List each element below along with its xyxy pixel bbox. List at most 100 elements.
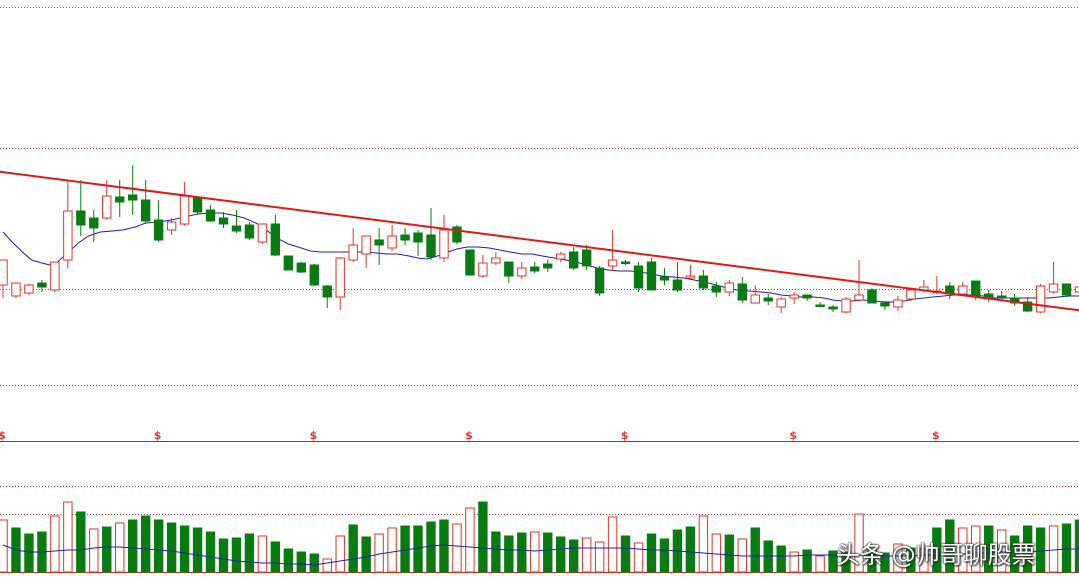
candle-body xyxy=(971,280,981,298)
volume-bar xyxy=(322,558,332,573)
candle xyxy=(76,180,86,236)
candle-body xyxy=(802,294,812,299)
candle-body xyxy=(89,217,99,229)
candle xyxy=(996,291,1007,300)
candle-body xyxy=(517,267,527,277)
candle-body xyxy=(361,235,371,255)
candle-body xyxy=(231,225,242,232)
volume-bar xyxy=(776,545,786,573)
candle xyxy=(478,255,488,278)
candle-body xyxy=(387,235,397,249)
volume-bar xyxy=(1035,527,1046,573)
candle xyxy=(387,225,397,251)
candle xyxy=(867,288,877,304)
candle xyxy=(789,292,799,304)
candle-body xyxy=(348,244,358,261)
dividend-marker: $ xyxy=(309,429,317,442)
candle-body xyxy=(0,259,8,286)
volume-bar xyxy=(646,533,657,573)
candle xyxy=(906,289,916,301)
candle-body xyxy=(374,239,384,246)
candle-body xyxy=(841,298,851,313)
volume-bar xyxy=(166,522,177,573)
candle xyxy=(659,268,670,285)
dividend-marker: $ xyxy=(621,429,629,442)
volume-bar xyxy=(205,531,216,573)
candle xyxy=(257,223,268,244)
candle-body xyxy=(413,232,423,243)
candle-body xyxy=(270,223,281,256)
volume-bar xyxy=(257,535,268,573)
candle xyxy=(63,180,73,268)
volume-bar xyxy=(140,515,151,573)
candle xyxy=(296,262,307,273)
candle xyxy=(270,215,281,256)
volume-bar xyxy=(413,525,423,573)
candle xyxy=(984,290,994,302)
candle xyxy=(1035,284,1046,313)
volume-bar xyxy=(543,532,553,573)
candle xyxy=(763,294,773,305)
candle xyxy=(374,228,384,265)
candle-body xyxy=(140,199,151,222)
volume-bar xyxy=(244,533,255,573)
candle-body xyxy=(996,295,1007,298)
candlestick-chart: $ $ $ $ $ $ $ xyxy=(0,7,1079,573)
candle-body xyxy=(958,285,968,295)
candle-body xyxy=(50,261,60,291)
volume-bar xyxy=(685,526,696,573)
candle-body xyxy=(620,261,631,264)
volume-bar xyxy=(89,528,99,573)
candle-body xyxy=(1035,285,1046,313)
candle xyxy=(581,245,592,270)
candle-body xyxy=(763,297,773,302)
volume-bar xyxy=(1048,525,1059,573)
volume-bar xyxy=(335,535,345,573)
volume-bar xyxy=(374,533,384,573)
volume-bar xyxy=(556,536,566,573)
candle-body xyxy=(478,262,488,277)
volume-bar xyxy=(192,527,203,573)
volume-bar xyxy=(218,538,229,573)
candle xyxy=(556,252,566,262)
candle xyxy=(89,210,99,242)
candle xyxy=(620,260,631,265)
candle xyxy=(491,252,501,265)
candle-body xyxy=(581,249,592,267)
candle xyxy=(24,284,34,295)
candle-body xyxy=(815,304,825,307)
candle-body xyxy=(543,263,553,269)
volume-bar xyxy=(620,535,631,573)
dividend-marker: $ xyxy=(154,429,162,442)
candle xyxy=(685,265,696,280)
candle xyxy=(140,180,151,224)
volume-bar xyxy=(24,533,34,573)
candle-body xyxy=(659,276,670,281)
candle xyxy=(698,270,709,290)
trendline xyxy=(0,170,1023,304)
candle xyxy=(231,210,242,233)
candle-body xyxy=(724,282,735,293)
candle-body xyxy=(646,261,657,291)
candle-body xyxy=(283,255,294,271)
candle-body xyxy=(607,259,618,267)
volume-bar xyxy=(179,525,190,573)
candle-body xyxy=(776,298,786,308)
candle xyxy=(309,264,319,286)
candle xyxy=(439,215,449,262)
candle xyxy=(517,262,527,279)
candle-body xyxy=(166,221,177,231)
candle xyxy=(192,196,203,215)
candle-body xyxy=(244,224,255,239)
volume-bar xyxy=(478,501,488,573)
candle-body xyxy=(737,283,747,301)
candle-body xyxy=(685,275,696,279)
volume-bar xyxy=(711,533,722,573)
candle xyxy=(1061,283,1072,297)
candle-body xyxy=(556,253,566,260)
candle xyxy=(465,249,475,276)
candle xyxy=(737,277,747,303)
volume-bar xyxy=(296,551,307,573)
volume-bar xyxy=(802,549,812,573)
candle-body xyxy=(205,209,216,222)
